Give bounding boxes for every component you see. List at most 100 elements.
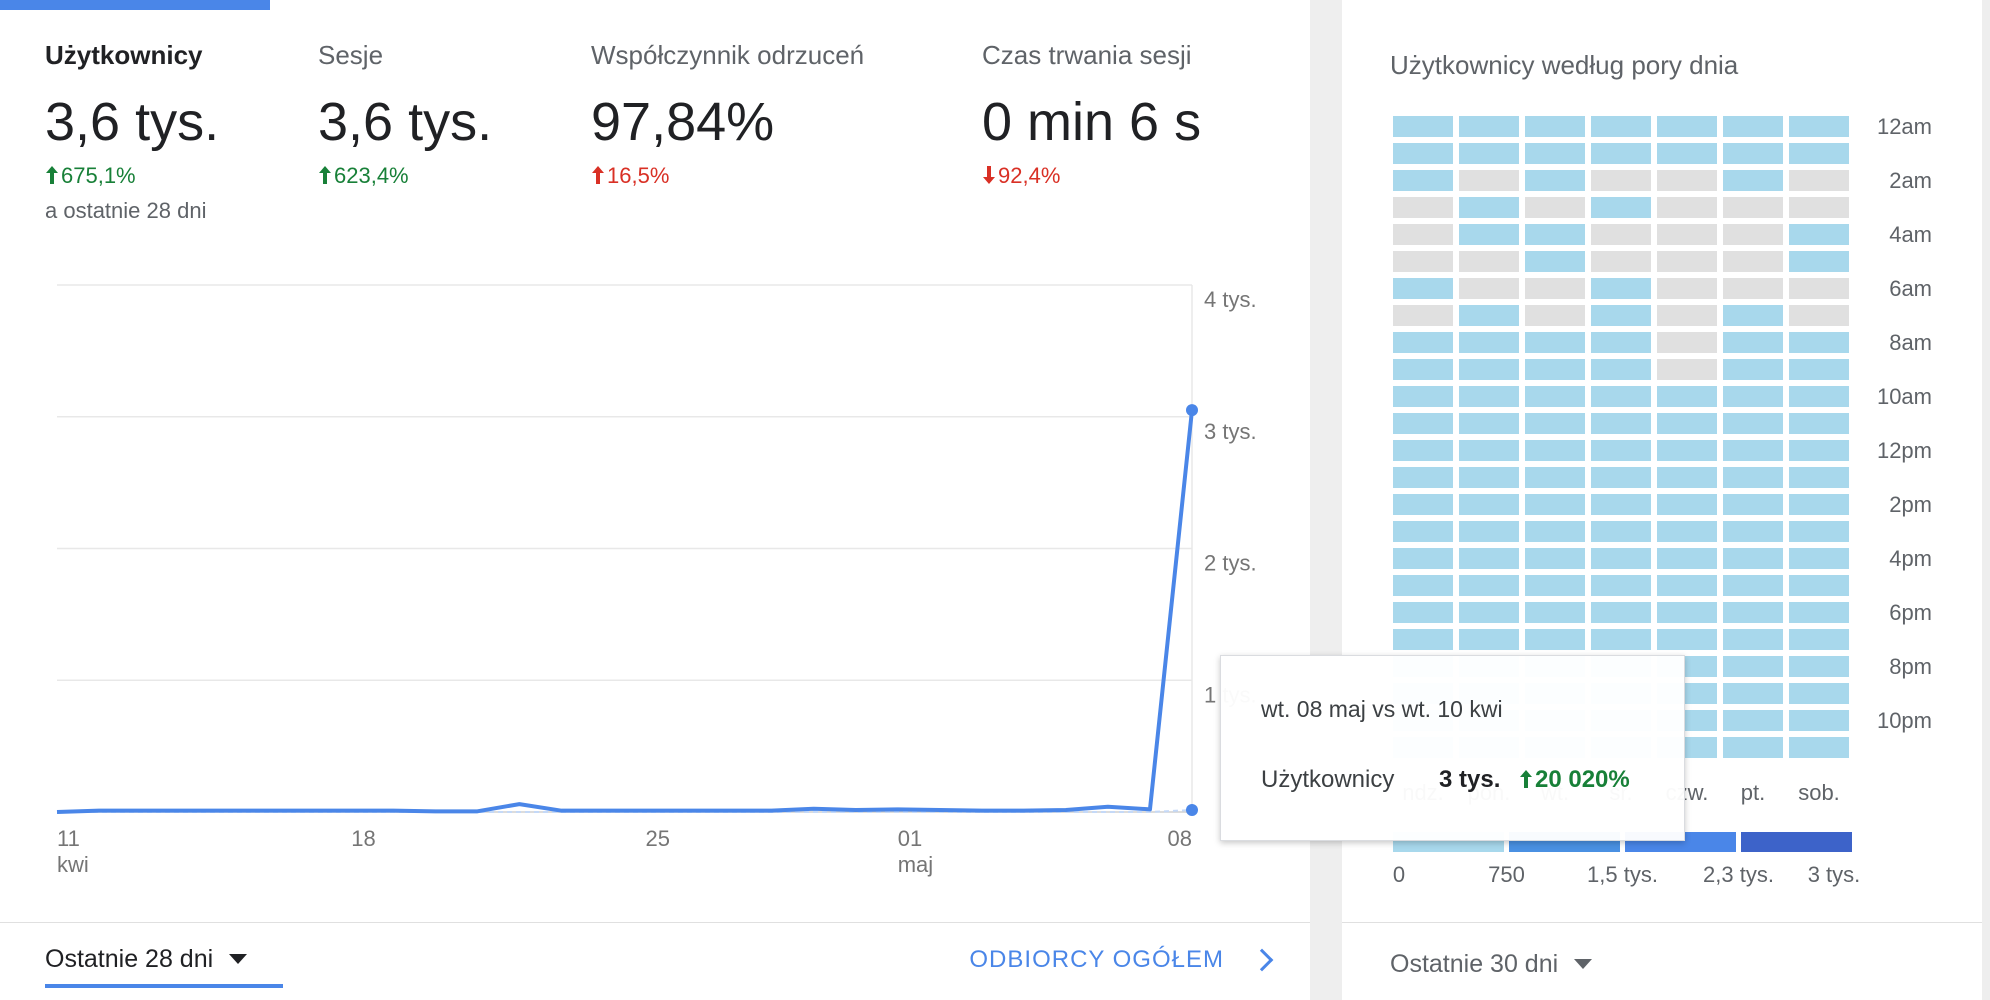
heatmap-cell[interactable] xyxy=(1723,467,1783,488)
data-point-current[interactable] xyxy=(1186,404,1198,417)
heatmap-cell[interactable] xyxy=(1525,197,1585,218)
metric-bounce-rate[interactable]: Współczynnik odrzuceń 97,84% 16,5% xyxy=(591,40,864,189)
heatmap-cell[interactable] xyxy=(1459,467,1519,488)
heatmap-cell[interactable] xyxy=(1723,575,1783,596)
heatmap-cell[interactable] xyxy=(1393,170,1453,191)
heatmap-cell[interactable] xyxy=(1723,602,1783,623)
heatmap-cell[interactable] xyxy=(1789,305,1849,326)
heatmap-cell[interactable] xyxy=(1723,656,1783,677)
heatmap-cell[interactable] xyxy=(1393,413,1453,434)
heatmap-cell[interactable] xyxy=(1525,143,1585,164)
heatmap-cell[interactable] xyxy=(1789,224,1849,245)
heatmap-cell[interactable] xyxy=(1657,332,1717,353)
heatmap-cell[interactable] xyxy=(1393,224,1453,245)
heatmap-cell[interactable] xyxy=(1525,467,1585,488)
heatmap-cell[interactable] xyxy=(1459,170,1519,191)
heatmap-cell[interactable] xyxy=(1393,602,1453,623)
heatmap-cell[interactable] xyxy=(1657,143,1717,164)
heatmap-cell[interactable] xyxy=(1789,737,1849,758)
heatmap-cell[interactable] xyxy=(1525,413,1585,434)
heatmap-cell[interactable] xyxy=(1525,440,1585,461)
heatmap-cell[interactable] xyxy=(1723,521,1783,542)
heatmap-cell[interactable] xyxy=(1393,440,1453,461)
heatmap-cell[interactable] xyxy=(1525,521,1585,542)
heatmap-cell[interactable] xyxy=(1657,359,1717,380)
heatmap-cell[interactable] xyxy=(1591,467,1651,488)
heatmap-cell[interactable] xyxy=(1789,197,1849,218)
heatmap-cell[interactable] xyxy=(1459,278,1519,299)
heatmap-cell[interactable] xyxy=(1789,575,1849,596)
heatmap-cell[interactable] xyxy=(1525,548,1585,569)
heatmap-cell[interactable] xyxy=(1723,413,1783,434)
heatmap-cell[interactable] xyxy=(1723,494,1783,515)
heatmap-cell[interactable] xyxy=(1459,386,1519,407)
heatmap-cell[interactable] xyxy=(1723,386,1783,407)
heatmap-cell[interactable] xyxy=(1591,602,1651,623)
heatmap-cell[interactable] xyxy=(1789,440,1849,461)
heatmap-cell[interactable] xyxy=(1525,629,1585,650)
heatmap-cell[interactable] xyxy=(1789,629,1849,650)
heatmap-cell[interactable] xyxy=(1789,251,1849,272)
heatmap-cell[interactable] xyxy=(1459,575,1519,596)
heatmap-cell[interactable] xyxy=(1525,116,1585,137)
heatmap-cell[interactable] xyxy=(1591,359,1651,380)
heatmap-cell[interactable] xyxy=(1459,251,1519,272)
heatmap-cell[interactable] xyxy=(1723,116,1783,137)
heatmap-cell[interactable] xyxy=(1393,305,1453,326)
heatmap-cell[interactable] xyxy=(1657,521,1717,542)
heatmap-cell[interactable] xyxy=(1723,197,1783,218)
heatmap-cell[interactable] xyxy=(1591,278,1651,299)
heatmap-cell[interactable] xyxy=(1657,494,1717,515)
heatmap-cell[interactable] xyxy=(1525,305,1585,326)
heatmap-cell[interactable] xyxy=(1657,575,1717,596)
metric-sessions[interactable]: Sesje 3,6 tys. 623,4% xyxy=(318,40,492,189)
heatmap-cell[interactable] xyxy=(1789,359,1849,380)
heatmap-cell[interactable] xyxy=(1723,440,1783,461)
heatmap-cell[interactable] xyxy=(1657,548,1717,569)
heatmap-cell[interactable] xyxy=(1393,143,1453,164)
heatmap-cell[interactable] xyxy=(1723,224,1783,245)
heatmap-cell[interactable] xyxy=(1525,494,1585,515)
heatmap-cell[interactable] xyxy=(1459,548,1519,569)
heatmap-cell[interactable] xyxy=(1723,683,1783,704)
heatmap-cell[interactable] xyxy=(1525,575,1585,596)
heatmap-cell[interactable] xyxy=(1723,629,1783,650)
heatmap-cell[interactable] xyxy=(1789,386,1849,407)
heatmap-cell[interactable] xyxy=(1393,332,1453,353)
heatmap-cell[interactable] xyxy=(1723,710,1783,731)
heatmap-cell[interactable] xyxy=(1393,548,1453,569)
heatmap-cell[interactable] xyxy=(1789,710,1849,731)
heatmap-cell[interactable] xyxy=(1459,359,1519,380)
heatmap-cell[interactable] xyxy=(1591,251,1651,272)
heatmap-cell[interactable] xyxy=(1591,116,1651,137)
heatmap-cell[interactable] xyxy=(1459,602,1519,623)
heatmap-cell[interactable] xyxy=(1459,305,1519,326)
heatmap-cell[interactable] xyxy=(1459,197,1519,218)
heatmap-cell[interactable] xyxy=(1789,494,1849,515)
heatmap-cell[interactable] xyxy=(1591,575,1651,596)
heatmap-cell[interactable] xyxy=(1591,224,1651,245)
heatmap-cell[interactable] xyxy=(1657,251,1717,272)
heatmap-cell[interactable] xyxy=(1591,305,1651,326)
metric-session-duration[interactable]: Czas trwania sesji 0 min 6 s 92,4% xyxy=(982,40,1201,189)
heatmap-cell[interactable] xyxy=(1789,278,1849,299)
heatmap-cell[interactable] xyxy=(1393,197,1453,218)
data-point-previous[interactable] xyxy=(1186,804,1198,817)
heatmap-cell[interactable] xyxy=(1789,521,1849,542)
date-range-dropdown[interactable]: Ostatnie 28 dni xyxy=(45,945,283,988)
heatmap-cell[interactable] xyxy=(1657,467,1717,488)
heatmap-cell[interactable] xyxy=(1723,143,1783,164)
heatmap-cell[interactable] xyxy=(1789,116,1849,137)
heatmap-cell[interactable] xyxy=(1789,170,1849,191)
heatmap-cell[interactable] xyxy=(1525,170,1585,191)
audience-overview-link[interactable]: ODBIORCY OGÓŁEM xyxy=(969,946,1274,974)
heatmap-cell[interactable] xyxy=(1723,278,1783,299)
heatmap-cell[interactable] xyxy=(1393,251,1453,272)
heatmap-cell[interactable] xyxy=(1591,143,1651,164)
heatmap-cell[interactable] xyxy=(1789,413,1849,434)
heatmap-cell[interactable] xyxy=(1657,602,1717,623)
heatmap-cell[interactable] xyxy=(1789,602,1849,623)
heatmap-cell[interactable] xyxy=(1393,629,1453,650)
heatmap-cell[interactable] xyxy=(1723,251,1783,272)
heatmap-cell[interactable] xyxy=(1723,332,1783,353)
